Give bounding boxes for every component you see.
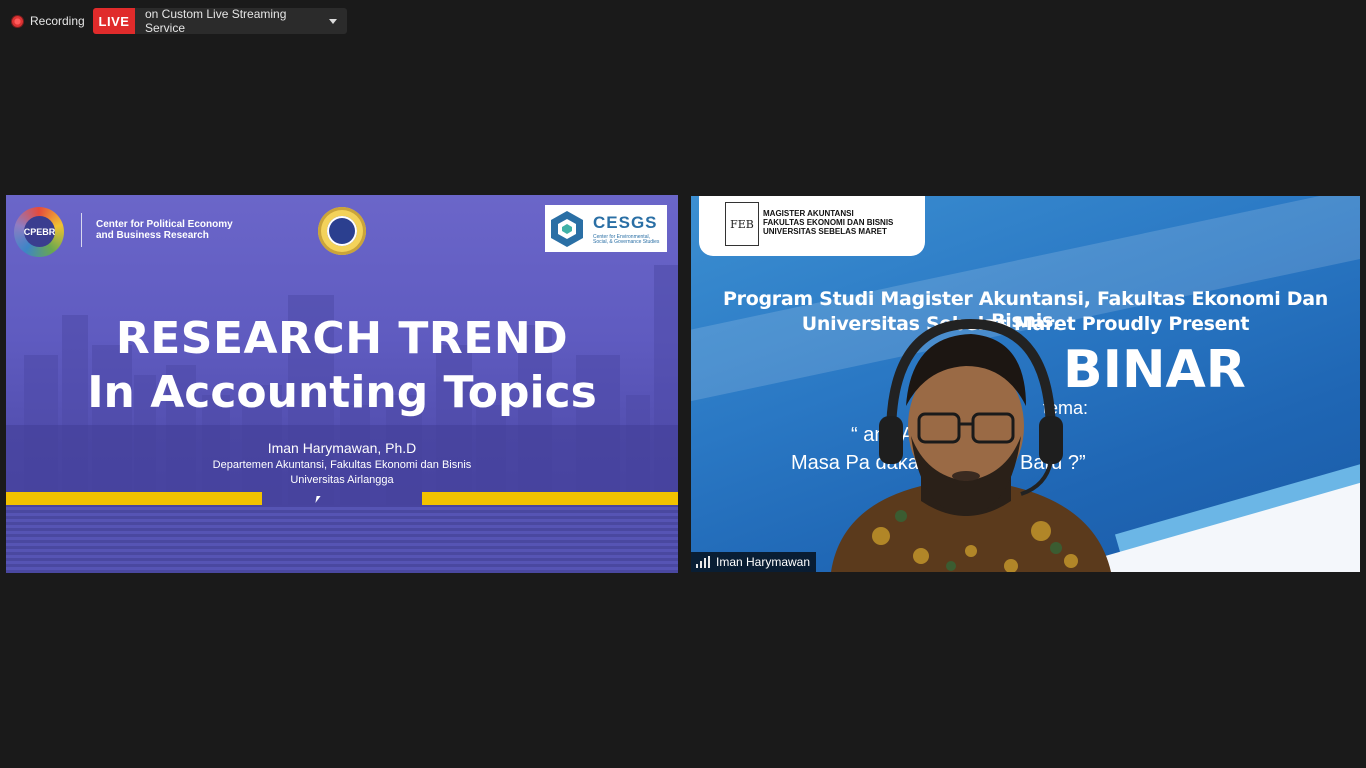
slide-title-line1: RESEARCH TREND [115,313,569,364]
slide-department: Departemen Akuntansi, Fakultas Ekonomi d… [212,459,472,471]
accent-bar-left [6,492,262,505]
participant-person-image [831,318,1111,572]
recording-label: Recording [30,14,85,28]
participant-name-tag: Iman Harymawan [691,552,817,572]
recording-dot-icon [12,15,23,27]
cesgs-subtitle: Center for Environmental, Social, & Gove… [593,234,660,245]
cpebr-logo: CPEBR [14,207,64,257]
participant-video-tile[interactable]: FEB MAGISTER AKUNTANSI FAKULTAS EKONOMI … [691,196,1360,572]
feb-uns-logo-card: FEB MAGISTER AKUNTANSI FAKULTAS EKONOMI … [699,196,925,256]
slide-title-line2: In Accounting Topics [87,367,597,418]
cesgs-mark-icon [551,211,583,247]
feb-name-line1: MAGISTER AKUNTANSI [763,209,854,218]
accent-bar-right [422,492,678,505]
chevron-down-icon[interactable] [329,18,337,24]
university-seal-logo [318,207,366,255]
cpebr-name-line2: and Business Research [96,230,209,241]
participant-name: Iman Harymawan [716,555,811,569]
cesgs-logo: CESGS Center for Environmental, Social, … [545,205,667,252]
water-reflection [6,507,678,573]
connection-signal-icon [696,556,710,568]
recording-indicator[interactable]: Recording [12,11,85,31]
feb-name-line3: UNIVERSITAS SEBELAS MARET [763,227,887,236]
feb-name-line2: FAKULTAS EKONOMI DAN BISNIS [763,218,894,227]
live-stream-dropdown[interactable]: on Custom Live Streaming Service [135,7,347,35]
feb-logo: FEB [725,202,759,246]
cesgs-wordmark: CESGS [593,213,658,232]
cpebr-name-line1: Center for Political Economy [96,219,233,230]
live-stream-control[interactable]: LIVE on Custom Live Streaming Service [93,7,347,35]
feb-name: MAGISTER AKUNTANSI FAKULTAS EKONOMI DAN … [763,209,893,236]
shared-screen-tile[interactable]: CPEBR Center for Political Economy and B… [6,195,678,573]
live-badge: LIVE [93,8,135,34]
seal-emblem-icon [327,216,357,246]
slide-author: Iman Harymawan, Ph.D [267,440,417,456]
live-stream-target: on Custom Live Streaming Service [145,7,287,35]
cpebr-name: Center for Political Economy and Busines… [96,219,256,241]
slide-university: Universitas Airlangga [290,474,394,486]
logo-divider [81,213,82,247]
cpebr-logo-text: CPEBR [24,216,55,247]
